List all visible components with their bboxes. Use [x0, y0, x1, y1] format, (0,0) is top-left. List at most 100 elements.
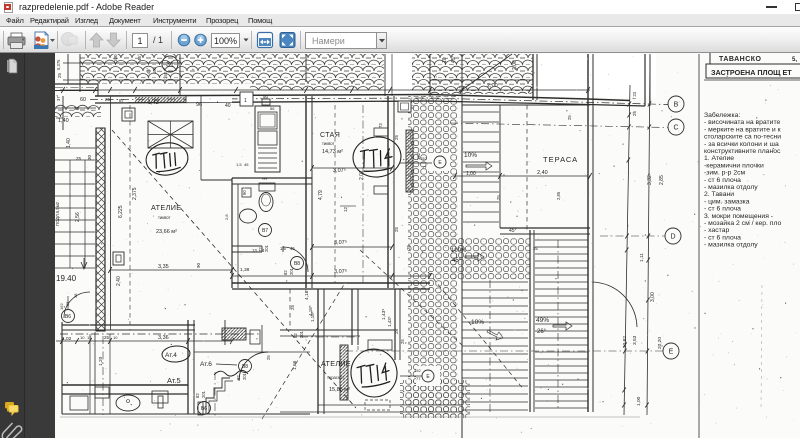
svg-text:56: 56 — [270, 106, 275, 111]
svg-text:38: 38 — [73, 293, 78, 298]
svg-text:201: 201 — [264, 244, 269, 252]
svg-text:конструктивните планос: конструктивните планос — [704, 148, 781, 155]
svg-text:152: 152 — [163, 71, 168, 79]
svg-text:2,375: 2,375 — [132, 187, 138, 200]
svg-text:10: 10 — [113, 335, 118, 340]
svg-text:3,00: 3,00 — [650, 292, 656, 302]
svg-text:- цим. замазка: - цим. замазка — [704, 198, 750, 205]
svg-text:45°: 45° — [451, 55, 457, 63]
svg-text:2,8: 2,8 — [224, 214, 229, 220]
svg-text:45°: 45° — [137, 54, 142, 61]
svg-text:- мозайка 2 см / кер. пло: - мозайка 2 см / кер. пло — [704, 219, 782, 227]
svg-text:60: 60 — [80, 97, 86, 103]
svg-text:45°: 45° — [509, 228, 517, 234]
svg-text:2,56: 2,56 — [75, 212, 81, 222]
svg-text:49%: 49% — [536, 317, 549, 324]
svg-text:10: 10 — [442, 57, 448, 63]
svg-text:1,20: 1,20 — [98, 356, 104, 366]
svg-text:В6: В6 — [201, 406, 207, 412]
svg-text:31: 31 — [166, 62, 174, 69]
svg-text:- хастар: - хастар — [704, 227, 729, 234]
svg-text:13: 13 — [252, 248, 257, 253]
svg-text:Ат.6: Ат.6 — [200, 361, 212, 368]
svg-text:1,38: 1,38 — [240, 267, 250, 273]
svg-text:Е: Е — [669, 349, 674, 356]
svg-text:100: 100 — [113, 54, 118, 62]
svg-text:3,32⁵: 3,32⁵ — [647, 173, 653, 185]
svg-text:- ст 6 плоча: - ст 6 плоча — [704, 234, 741, 241]
svg-text:201: 201 — [242, 372, 247, 380]
svg-text:1,40: 1,40 — [66, 138, 72, 148]
svg-text:3,07⁵: 3,07⁵ — [334, 239, 347, 246]
svg-text:25: 25 — [290, 304, 295, 310]
svg-text:12: 12 — [87, 335, 92, 340]
svg-text:5,375: 5,375 — [56, 59, 61, 70]
svg-text:4,79: 4,79 — [318, 190, 324, 200]
svg-text:30: 30 — [87, 154, 92, 160]
svg-text:25: 25 — [104, 335, 110, 340]
svg-text:26°: 26° — [537, 329, 547, 335]
svg-text:25: 25 — [65, 301, 70, 306]
svg-text:82: 82 — [283, 270, 288, 275]
svg-text:2,07: 2,07 — [359, 170, 365, 180]
svg-text:2,85: 2,85 — [556, 191, 561, 200]
svg-text:10%: 10% — [464, 152, 477, 159]
svg-text:С: С — [673, 125, 678, 132]
svg-text:столарските са по-тесни: столарските са по-тесни — [704, 134, 781, 141]
svg-text:ПОДЛ.5,5м2: ПОДЛ.5,5м2 — [55, 201, 60, 226]
svg-text:1,11: 1,11 — [639, 253, 645, 262]
svg-text:- ст 6 плоча: - ст 6 плоча — [704, 177, 741, 184]
svg-text:15,86 м²: 15,86 м² — [329, 387, 350, 393]
svg-text:2,85: 2,85 — [659, 175, 665, 185]
svg-text:152: 152 — [414, 368, 421, 373]
svg-text:В8: В8 — [242, 364, 248, 370]
svg-text:тераскот: тераскот — [327, 375, 344, 380]
svg-text:25: 25 — [266, 355, 271, 360]
svg-text:152: 152 — [420, 156, 427, 161]
svg-text:В: В — [674, 102, 679, 109]
svg-text:25: 25 — [394, 134, 399, 140]
svg-text:10,82: 10,82 — [622, 336, 628, 348]
svg-text:2. Тавани: 2. Тавани — [704, 191, 734, 198]
svg-text:3,36: 3,36 — [158, 335, 169, 341]
svg-text:25: 25 — [533, 246, 538, 251]
svg-text:50: 50 — [263, 94, 269, 99]
svg-text:3,07⁶: 3,07⁶ — [334, 268, 347, 275]
svg-text:-керамични плочки: -керамични плочки — [704, 162, 764, 169]
svg-text:19.40: 19.40 — [56, 274, 77, 283]
svg-text:10%: 10% — [471, 319, 484, 326]
svg-text:АТЕЛИЕ: АТЕЛИЕ — [321, 359, 351, 368]
svg-text:25: 25 — [406, 244, 411, 250]
svg-text:25: 25 — [496, 195, 501, 200]
svg-text:70: 70 — [410, 105, 415, 110]
svg-text:тиквот: тиквот — [322, 141, 335, 146]
svg-text:5,: 5, — [792, 57, 797, 63]
svg-text:37°: 37° — [56, 94, 61, 101]
svg-text:2,00: 2,00 — [512, 60, 518, 70]
svg-text:100: 100 — [152, 66, 157, 74]
svg-text:6,225: 6,225 — [118, 205, 124, 218]
svg-text:ТАВАНСКО: ТАВАНСКО — [719, 56, 762, 63]
svg-text:20,20: 20,20 — [657, 337, 663, 349]
svg-text:25: 25 — [57, 72, 62, 78]
svg-text:- ст 6 плоча: - ст 6 плоча — [704, 206, 741, 213]
svg-text:87: 87 — [119, 98, 125, 103]
svg-text:201: 201 — [289, 267, 294, 275]
svg-text:3,35: 3,35 — [158, 264, 169, 270]
svg-text:СТАЯ: СТАЯ — [320, 132, 340, 139]
svg-text:2,00: 2,00 — [487, 83, 498, 89]
svg-text:В6: В6 — [65, 314, 71, 320]
svg-text:25: 25 — [400, 339, 405, 344]
svg-text:100%: 100% — [451, 248, 467, 254]
svg-text:ТЕРАСА: ТЕРАСА — [543, 155, 578, 164]
svg-text:- мазилка отдолу: - мазилка отдолу — [704, 184, 758, 191]
svg-text:1,02: 1,02 — [62, 336, 72, 342]
svg-text:28: 28 — [394, 328, 399, 334]
svg-text:3. мокри помещения -: 3. мокри помещения - — [704, 213, 773, 220]
svg-text:1,43⁵: 1,43⁵ — [381, 309, 387, 320]
svg-text:45°: 45° — [146, 67, 151, 74]
svg-text:Ат.4: Ат.4 — [165, 352, 177, 359]
svg-text:2,40: 2,40 — [116, 276, 122, 286]
svg-text:- за всички колони и ша: - за всички колони и ша — [704, 141, 779, 148]
svg-text:1,5: 1,5 — [236, 162, 242, 167]
